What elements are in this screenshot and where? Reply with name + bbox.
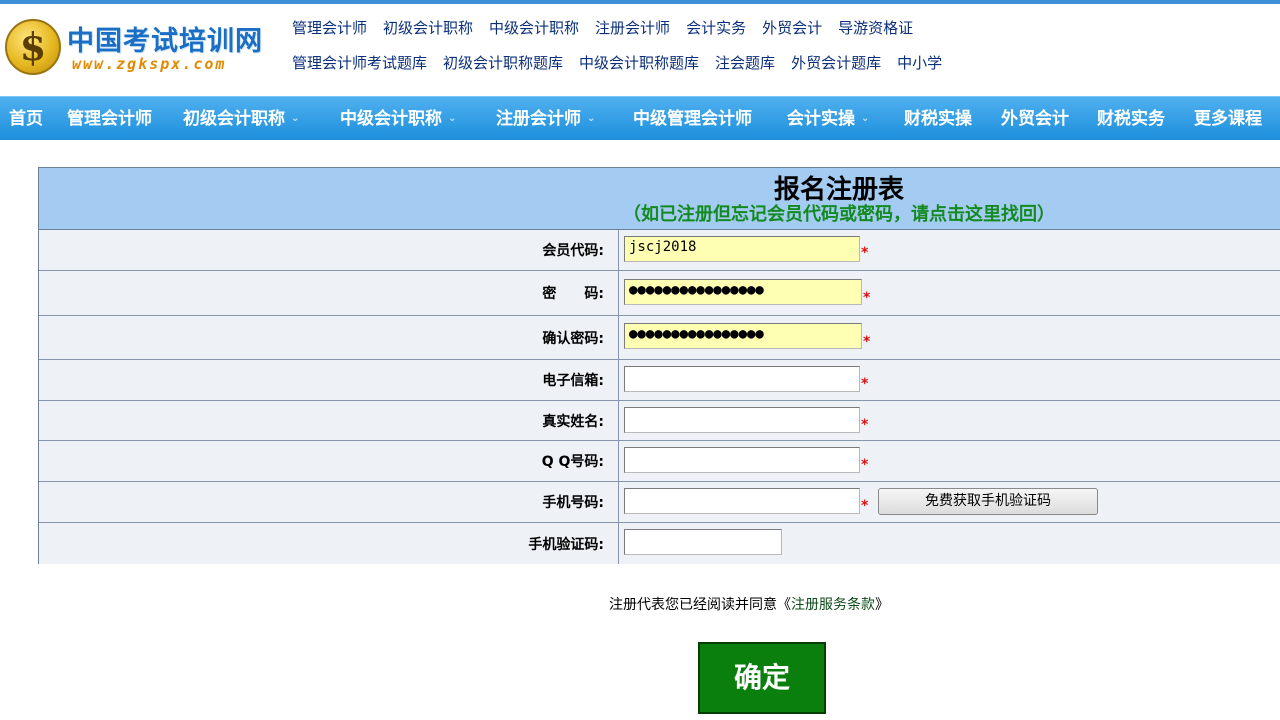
top-link[interactable]: 初级会计职称 (383, 19, 473, 37)
required-mark: * (861, 457, 869, 473)
form-row-confirm-password: 确认密码: ●●●●●●●●●●●●●●●● * (39, 316, 1280, 360)
site-logo[interactable]: $ 中国考试培训网 www.zgkspx.com (0, 5, 277, 89)
top-links-row-1: 管理会计师 初级会计职称 中级会计职称 注册会计师 会计实务 外贸会计 导游资格证 (292, 17, 929, 38)
registration-form: 报名注册表 （如已注册但忘记会员代码或密码，请点击这里找回） 会员代码: jsc… (38, 167, 1280, 564)
terms-bracket-close: 》 (875, 597, 889, 613)
top-link[interactable]: 外贸会计题库 (791, 54, 881, 72)
member-code-input[interactable]: jscj2018 (624, 236, 860, 262)
field-label: 密 码: (542, 286, 604, 302)
form-row-sms-code: 手机验证码: (39, 523, 1280, 564)
nav-item-cpa[interactable]: 注册会计师 ⌄ (496, 97, 595, 141)
required-mark: * (861, 245, 869, 261)
chevron-down-icon: ⌄ (861, 113, 870, 124)
main-nav: 首页 管理会计师 初级会计职称 ⌄ 中级会计职称 ⌄ 注册会计师 ⌄ 中级管理会计师 … (0, 96, 1280, 140)
field-label: 会员代码: (542, 243, 604, 259)
form-row-member-code: 会员代码: jscj2018 * (39, 230, 1280, 271)
required-mark: * (861, 376, 869, 392)
nav-item-junior-accounting[interactable]: 初级会计职称 ⌄ (183, 97, 299, 141)
real-name-input[interactable] (624, 407, 860, 433)
top-link[interactable]: 外贸会计 (762, 19, 822, 37)
top-link[interactable]: 中小学 (897, 54, 942, 72)
top-links-row-2: 管理会计师考试题库 初级会计职称题库 中级会计职称题库 注会题库 外贸会计题库 中小学 (292, 52, 958, 73)
top-link[interactable]: 中级会计职称 (489, 19, 579, 37)
nav-item-tax-affairs[interactable]: 财税实务 (1097, 97, 1165, 141)
nav-item-intermediate-management-accountant[interactable]: 中级管理会计师 (633, 97, 752, 141)
nav-item-accounting-practice[interactable]: 会计实操 ⌄ (787, 97, 869, 141)
logo-url: www.zgkspx.com (72, 55, 227, 73)
field-label: 手机号码: (542, 495, 604, 511)
top-link[interactable]: 注册会计师 (595, 19, 670, 37)
required-mark: * (861, 417, 869, 433)
coin-logo-icon: $ (5, 19, 61, 75)
terms-link[interactable]: 注册服务条款 (791, 597, 875, 613)
email-input[interactable] (624, 366, 860, 392)
top-accent-line (0, 0, 1280, 4)
chevron-down-icon: ⌄ (291, 113, 300, 124)
qq-input[interactable] (624, 447, 860, 473)
top-link[interactable]: 管理会计师 (292, 19, 367, 37)
field-label: 手机验证码: (528, 536, 604, 553)
nav-item-intermediate-accounting[interactable]: 中级会计职称 ⌄ (340, 97, 456, 141)
chevron-down-icon: ⌄ (448, 113, 457, 124)
get-sms-code-button[interactable]: 免费获取手机验证码 (878, 488, 1098, 515)
confirm-password-input[interactable]: ●●●●●●●●●●●●●●●● (624, 323, 862, 349)
field-label: Q Q号码: (541, 454, 604, 470)
terms-bracket-open: 《 (777, 597, 791, 613)
phone-input[interactable] (624, 488, 860, 514)
form-row-qq: Q Q号码: * (39, 441, 1280, 482)
top-link[interactable]: 导游资格证 (838, 19, 913, 37)
form-row-email: 电子信箱: * (39, 360, 1280, 401)
sms-code-input[interactable] (624, 529, 782, 555)
top-link[interactable]: 会计实务 (686, 19, 746, 37)
form-header: 报名注册表 （如已注册但忘记会员代码或密码，请点击这里找回） (39, 168, 1280, 230)
nav-item-management-accountant[interactable]: 管理会计师 (67, 97, 152, 141)
top-link[interactable]: 管理会计师考试题库 (292, 54, 427, 72)
field-label: 电子信箱: (542, 373, 604, 389)
form-row-real-name: 真实姓名: * (39, 401, 1280, 441)
required-mark: * (863, 334, 871, 350)
nav-item-home[interactable]: 首页 (9, 97, 43, 141)
top-link[interactable]: 中级会计职称题库 (579, 54, 699, 72)
required-mark: * (861, 498, 869, 514)
form-row-password: 密 码: ●●●●●●●●●●●●●●●● * (39, 271, 1280, 316)
terms-text: 注册代表您已经阅读并同意 (609, 597, 777, 613)
required-mark: * (863, 290, 871, 306)
submit-button[interactable]: 确定 (698, 642, 826, 714)
recover-account-link[interactable]: （如已注册但忘记会员代码或密码，请点击这里找回） (39, 200, 1280, 226)
top-link[interactable]: 注会题库 (715, 54, 775, 72)
field-label: 真实姓名: (542, 413, 604, 430)
terms-agreement: 注册代表您已经阅读并同意《注册服务条款》 (609, 594, 889, 614)
nav-item-foreign-trade-accounting[interactable]: 外贸会计 (1001, 97, 1069, 141)
field-label: 确认密码: (542, 330, 604, 347)
chevron-down-icon: ⌄ (587, 113, 596, 124)
top-link[interactable]: 初级会计职称题库 (443, 54, 563, 72)
nav-item-tax-practice[interactable]: 财税实操 (904, 97, 972, 141)
logo-title: 中国考试培训网 (67, 26, 263, 57)
nav-item-more-courses[interactable]: 更多课程 (1194, 97, 1262, 141)
password-input[interactable]: ●●●●●●●●●●●●●●●● (624, 279, 862, 305)
